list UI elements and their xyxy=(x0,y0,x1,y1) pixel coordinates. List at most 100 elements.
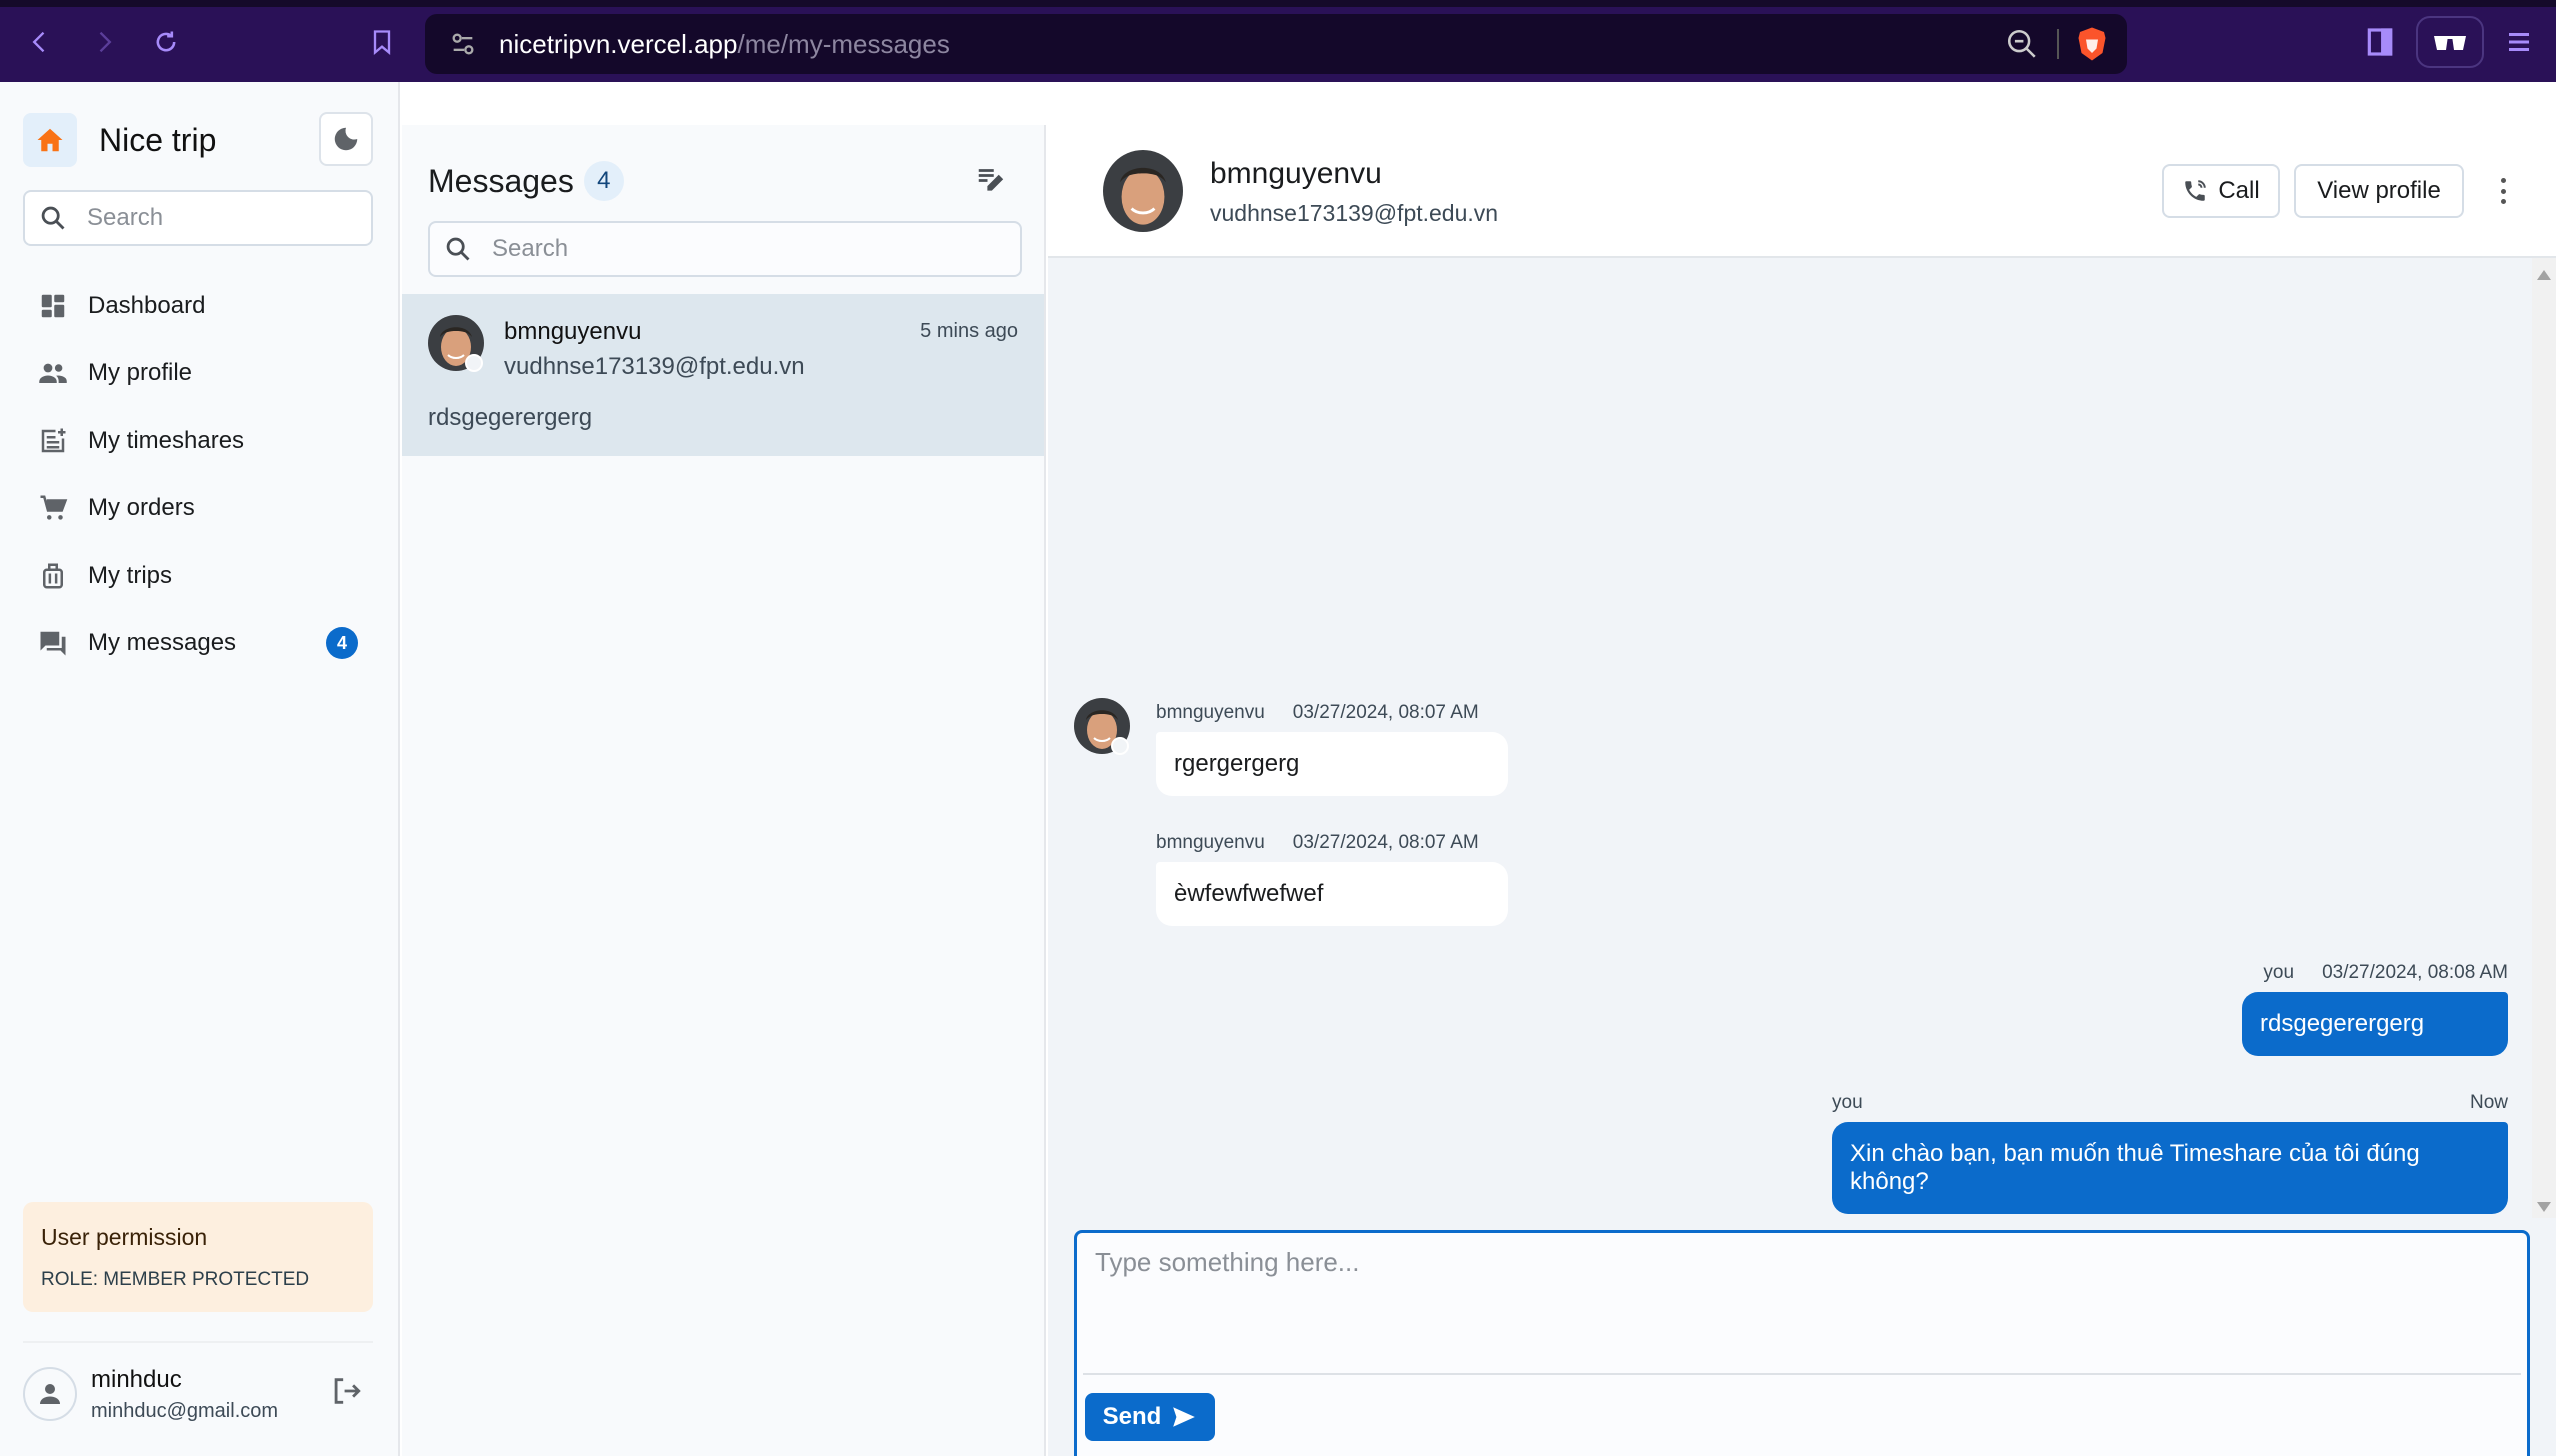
sidebar-divider xyxy=(23,1341,373,1343)
message-incoming: bmnguyenvu 03/27/2024, 08:07 AM èwfewfwef… xyxy=(1156,832,1508,926)
brave-shields-icon[interactable] xyxy=(2077,26,2107,62)
bookmark-button[interactable] xyxy=(366,26,398,58)
phone-in-talk-icon xyxy=(2185,180,2207,201)
message-sender: you xyxy=(2263,962,2295,983)
messages-count: 4 xyxy=(583,161,624,201)
user-permission-card: User permission ROLE: MEMBER PROTECTED xyxy=(23,1202,373,1312)
new-message-button[interactable] xyxy=(975,163,1009,197)
send-label: Send xyxy=(1102,1403,1162,1430)
more-options-button[interactable] xyxy=(2492,174,2514,208)
reload-button[interactable] xyxy=(150,26,182,58)
sidebar-item-my-trips[interactable]: My trips xyxy=(0,542,400,610)
message-outgoing: you 03/27/2024, 08:08 AM rdsgegerergerg xyxy=(2242,962,2508,1056)
online-status-indicator xyxy=(465,354,483,372)
chat-header: bmnguyenvu vudhnse173139@fpt.edu.vn Call… xyxy=(1048,82,2556,258)
search-icon xyxy=(41,206,65,230)
home-icon xyxy=(37,128,63,152)
message-input[interactable] xyxy=(1077,1233,2527,1371)
search-icon xyxy=(446,237,470,261)
sidebar-item-label: Dashboard xyxy=(88,291,206,319)
send-icon xyxy=(1173,1407,1196,1427)
messages-search[interactable] xyxy=(428,221,1022,277)
message-sender: bmnguyenvu xyxy=(1156,702,1265,723)
permission-title: User permission xyxy=(41,1224,208,1250)
sidebar-item-my-profile[interactable]: My profile xyxy=(0,340,400,408)
back-button[interactable] xyxy=(24,26,56,58)
chat-pane: bmnguyenvu vudhnse173139@fpt.edu.vn Call… xyxy=(1048,82,2556,1456)
sidebar: Nice trip Dashboard My profile My timesh… xyxy=(0,82,400,1456)
conversation-time: 5 mins ago xyxy=(920,320,1018,342)
sidebar-item-my-messages[interactable]: My messages 4 xyxy=(0,610,400,678)
browser-toolbar: nicetripvn.vercel.app/me/my-messages xyxy=(0,0,2556,82)
user-name: minhduc xyxy=(91,1365,182,1393)
messages-list-pane: Messages 4 bmnguyenvu vudhnse173139@fpt.… xyxy=(400,82,1048,1456)
sidebar-item-my-timeshares[interactable]: My timeshares xyxy=(0,407,400,475)
message-composer: Send xyxy=(1074,1230,2530,1456)
sidebar-item-label: My trips xyxy=(88,561,172,589)
post-add-icon xyxy=(41,428,66,452)
forum-icon xyxy=(40,632,66,656)
luggage-icon xyxy=(43,563,63,589)
site-settings-icon[interactable] xyxy=(449,30,477,58)
message-bubble: rgergergerg xyxy=(1156,732,1508,796)
logout-button[interactable] xyxy=(329,1374,363,1408)
chevron-left-icon xyxy=(32,31,45,53)
scroll-up-arrow[interactable] xyxy=(2537,270,2551,280)
view-profile-label: View profile xyxy=(2317,177,2441,204)
sidebar-search[interactable] xyxy=(23,190,373,246)
url-divider xyxy=(2057,29,2059,59)
conversation-email: vudhnse173139@fpt.edu.vn xyxy=(504,353,805,380)
message-bubble: Xin chào bạn, bạn muốn thuê Timeshare củ… xyxy=(1832,1122,2508,1214)
conversation-item[interactable]: bmnguyenvu vudhnse173139@fpt.edu.vn 5 mi… xyxy=(402,294,1044,456)
dashboard-icon xyxy=(41,294,65,317)
logout-icon xyxy=(334,1378,361,1404)
view-profile-button[interactable]: View profile xyxy=(2294,164,2464,218)
wallet-button[interactable] xyxy=(2416,16,2484,68)
zoom-out-icon[interactable] xyxy=(2005,27,2039,61)
conversation-preview: rdsgegerergerg xyxy=(428,404,593,431)
scroll-down-arrow[interactable] xyxy=(2537,1202,2551,1212)
sidebar-item-label: My orders xyxy=(88,494,195,522)
message-sender: bmnguyenvu xyxy=(1156,832,1265,853)
current-user: minhduc minhduc@gmail.com xyxy=(23,1354,373,1434)
person-icon xyxy=(40,1384,60,1404)
sidebar-item-dashboard[interactable]: Dashboard xyxy=(0,272,400,340)
message-bubble: èwfewfwefwef xyxy=(1156,862,1508,926)
composer-divider xyxy=(1083,1373,2521,1375)
brand-title: Nice trip xyxy=(99,121,217,158)
message-sender: you xyxy=(1832,1092,1863,1113)
brand-logo xyxy=(23,113,77,167)
address-bar[interactable]: nicetripvn.vercel.app/me/my-messages xyxy=(425,14,2127,74)
contact-email: vudhnse173139@fpt.edu.vn xyxy=(1210,200,1499,226)
sidebar-search-input[interactable] xyxy=(87,204,347,232)
sidebar-item-label: My messages xyxy=(88,629,237,657)
messages-search-input[interactable] xyxy=(492,235,992,263)
message-time: 03/27/2024, 08:07 AM xyxy=(1292,832,1479,853)
menu-icon[interactable] xyxy=(2504,27,2534,57)
call-button[interactable]: Call xyxy=(2162,164,2280,218)
messages-count-badge: 4 xyxy=(326,627,358,660)
online-status-indicator xyxy=(1111,737,1129,755)
sidebar-item-my-orders[interactable]: My orders xyxy=(0,475,400,543)
message-time: 03/27/2024, 08:08 AM xyxy=(2322,962,2508,983)
messages-header: Messages 4 xyxy=(428,161,624,201)
glasses-icon xyxy=(2434,36,2466,50)
people-icon xyxy=(39,363,67,384)
user-avatar[interactable] xyxy=(23,1367,77,1421)
message-time: 03/27/2024, 08:07 AM xyxy=(1292,702,1479,723)
user-email: minhduc@gmail.com xyxy=(91,1399,279,1422)
edit-note-icon xyxy=(978,169,1004,191)
call-label: Call xyxy=(2218,177,2260,204)
url-path: /me/my-messages xyxy=(737,28,950,59)
forward-button[interactable] xyxy=(88,26,120,58)
send-button[interactable]: Send xyxy=(1085,1393,1215,1441)
message-incoming: bmnguyenvu 03/27/2024, 08:07 AM rgergerge… xyxy=(1156,702,1508,796)
cart-icon xyxy=(40,495,68,520)
message-outgoing: you Now Xin chào bạn, bạn muốn thuê Times… xyxy=(1832,1092,2508,1214)
url-host: nicetripvn.vercel.app xyxy=(499,28,738,59)
dark-mode-toggle[interactable] xyxy=(319,112,373,166)
contact-avatar[interactable] xyxy=(1103,150,1183,232)
brand[interactable]: Nice trip xyxy=(23,113,216,167)
chat-scrollbar[interactable] xyxy=(2532,258,2556,1218)
sidebar-toggle-icon[interactable] xyxy=(2364,26,2396,58)
